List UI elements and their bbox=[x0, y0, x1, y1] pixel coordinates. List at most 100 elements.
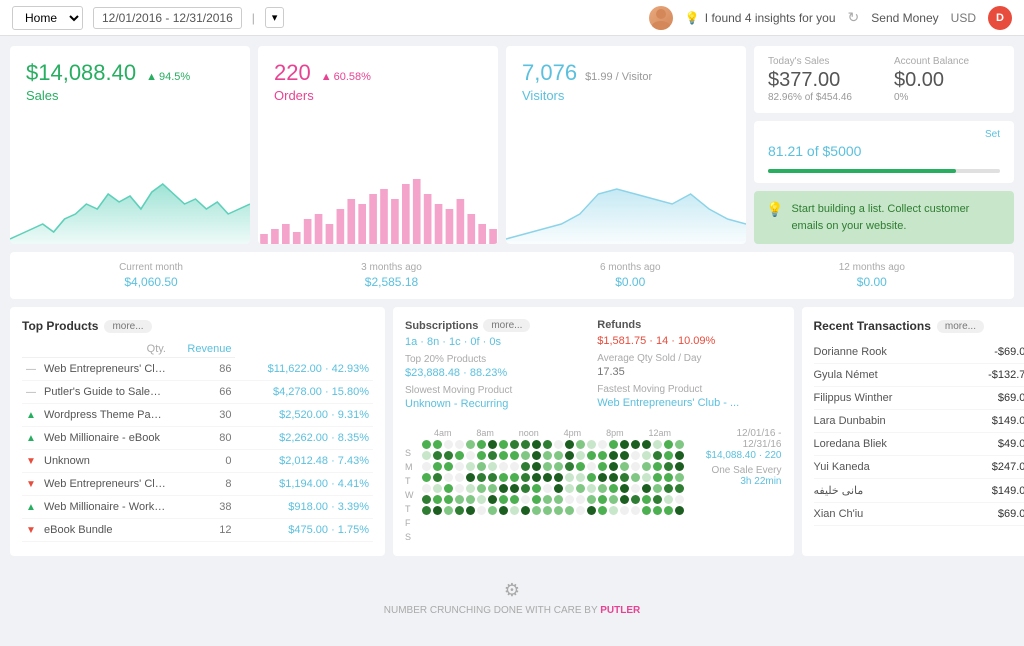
product-qty: 30 bbox=[170, 404, 235, 427]
heatmap-cell bbox=[499, 451, 508, 460]
product-name: Unknown bbox=[40, 450, 170, 473]
send-money-button[interactable]: Send Money bbox=[871, 11, 938, 25]
heatmap-cell bbox=[444, 473, 453, 482]
heatmap-cell bbox=[642, 473, 651, 482]
transaction-amount: $247.00 bbox=[992, 461, 1024, 473]
heatmap-cell bbox=[521, 495, 530, 504]
avg-qty-value: 17.35 bbox=[597, 366, 781, 378]
heatmap-cell bbox=[631, 440, 640, 449]
subscriptions-more-button[interactable]: more... bbox=[483, 319, 530, 332]
heatmap-cell bbox=[466, 462, 475, 471]
cta-text: Start building a list. Collect customer … bbox=[791, 201, 1002, 234]
transaction-name: مانی خلیفه bbox=[814, 484, 864, 497]
visitors-value: 7,076 bbox=[522, 60, 577, 86]
home-select[interactable]: Home bbox=[12, 6, 83, 30]
heatmap-cell bbox=[675, 484, 684, 493]
orders-label: Orders bbox=[274, 88, 482, 103]
heatmap-cell bbox=[642, 484, 651, 493]
transaction-name: Yui Kaneda bbox=[814, 461, 870, 473]
heatmap-cell bbox=[466, 451, 475, 460]
col-revenue-header: Revenue bbox=[170, 341, 235, 358]
goal-bar-bg bbox=[768, 169, 1000, 173]
product-qty: 0 bbox=[170, 450, 235, 473]
refunds-section: Refunds $1,581.75 · 14 · 10.09% Average … bbox=[597, 319, 781, 410]
transactions-more-button[interactable]: more... bbox=[937, 320, 984, 333]
heatmap-section: SMTWTFS 4am8amnoon4pm8pm12am 12/01/16 - … bbox=[405, 428, 782, 544]
heatmap-cell bbox=[488, 440, 497, 449]
heatmap-cell bbox=[488, 484, 497, 493]
top20-label: Top 20% Products bbox=[405, 354, 589, 365]
transaction-amount: $149.00 bbox=[992, 415, 1024, 427]
goal-set-button[interactable]: Set bbox=[985, 129, 1000, 140]
heatmap-cell bbox=[510, 462, 519, 471]
heatmap-cell bbox=[433, 451, 442, 460]
transaction-right: $149.00 bbox=[992, 415, 1024, 427]
heatmap-cell bbox=[631, 462, 640, 471]
heatmap-cell bbox=[466, 484, 475, 493]
heatmap-cell bbox=[587, 495, 596, 504]
heatmap-cell bbox=[532, 440, 541, 449]
heatmap-cell bbox=[510, 484, 519, 493]
product-revenue: $475.00 · 1.75% bbox=[235, 519, 373, 542]
refunds-value: $1,581.75 · 14 · 10.09% bbox=[597, 335, 781, 347]
orders-value: 220 bbox=[274, 60, 311, 86]
heatmap-cell bbox=[675, 462, 684, 471]
orders-card: 220 ▲ 60.58% Orders bbox=[258, 46, 498, 244]
cta-card[interactable]: 💡 Start building a list. Collect custome… bbox=[754, 191, 1014, 244]
refresh-icon[interactable]: ↻ bbox=[848, 9, 860, 26]
user-initial-badge[interactable]: D bbox=[988, 6, 1012, 30]
heatmap-cell bbox=[675, 451, 684, 460]
top-products-title: Top Products bbox=[22, 319, 98, 333]
heatmap-cell bbox=[620, 506, 629, 515]
heatmap-cell bbox=[499, 484, 508, 493]
heatmap-date-range: 12/01/16 - 12/31/16 bbox=[700, 428, 782, 450]
user-avatar bbox=[649, 6, 673, 30]
heatmap-x-labels: 4am8amnoon4pm8pm12am bbox=[422, 428, 684, 438]
product-revenue: $1,194.00 · 4.41% bbox=[235, 473, 373, 496]
heatmap-cell bbox=[521, 484, 530, 493]
top-products-more-button[interactable]: more... bbox=[104, 320, 151, 333]
heatmap-cell bbox=[433, 495, 442, 504]
transaction-row: مانی خلیفه $149.00 bbox=[814, 479, 1024, 503]
subscriptions-value: 1a · 8n · 1c · 0f · 0s bbox=[405, 336, 589, 348]
transaction-row: Yui Kaneda $247.00 bbox=[814, 456, 1024, 479]
heatmap-cell bbox=[488, 462, 497, 471]
refunds-title: Refunds bbox=[597, 319, 781, 331]
transaction-name: Dorianne Rook bbox=[814, 346, 887, 358]
top20-value: $23,888.48 · 88.23% bbox=[405, 367, 589, 379]
heatmap-cell bbox=[609, 451, 618, 460]
transaction-right: $49.00 bbox=[998, 438, 1024, 450]
product-name: eBook Bundle bbox=[40, 519, 170, 542]
period-row: Current month $4,060.50 3 months ago $2,… bbox=[10, 252, 1014, 299]
heatmap-cell bbox=[620, 473, 629, 482]
trend-icon: ▼ bbox=[26, 456, 36, 467]
heatmap-cell bbox=[477, 440, 486, 449]
transaction-right: $247.00 bbox=[992, 461, 1024, 473]
heatmap-cell bbox=[609, 506, 618, 515]
transaction-right: $69.00 bbox=[998, 392, 1024, 404]
heatmap-cell bbox=[664, 451, 673, 460]
visitors-card: 7,076 $1.99 / Visitor Visitors bbox=[506, 46, 746, 244]
heatmap-cell bbox=[653, 451, 662, 460]
heatmap-cell bbox=[554, 495, 563, 504]
heatmap-cell bbox=[433, 462, 442, 471]
heatmap-cell bbox=[576, 451, 585, 460]
heatmap-cell bbox=[455, 451, 464, 460]
product-qty: 8 bbox=[170, 473, 235, 496]
heatmap-cell bbox=[565, 440, 574, 449]
heatmap-cell bbox=[631, 495, 640, 504]
heatmap-cell bbox=[455, 484, 464, 493]
heatmap-cell bbox=[631, 484, 640, 493]
sales-balance-card: Today's Sales $377.00 82.96% of $454.46 … bbox=[754, 46, 1014, 113]
table-row: ▲ Wordpress Theme Pack for We... 30 $2,5… bbox=[22, 404, 373, 427]
heatmap-cell bbox=[532, 506, 541, 515]
heatmap-cell bbox=[477, 462, 486, 471]
heatmap-cell bbox=[642, 462, 651, 471]
top-metrics-row: $14,088.40 ▲ 94.5% Sales bbox=[10, 46, 1014, 244]
heatmap-cell bbox=[510, 506, 519, 515]
insights-badge[interactable]: 💡 I found 4 insights for you bbox=[685, 11, 836, 25]
date-dropdown-button[interactable]: ▾ bbox=[265, 7, 285, 28]
fastest-label: Fastest Moving Product bbox=[597, 384, 781, 395]
insights-text: I found 4 insights for you bbox=[705, 11, 836, 25]
heatmap-cell bbox=[675, 440, 684, 449]
